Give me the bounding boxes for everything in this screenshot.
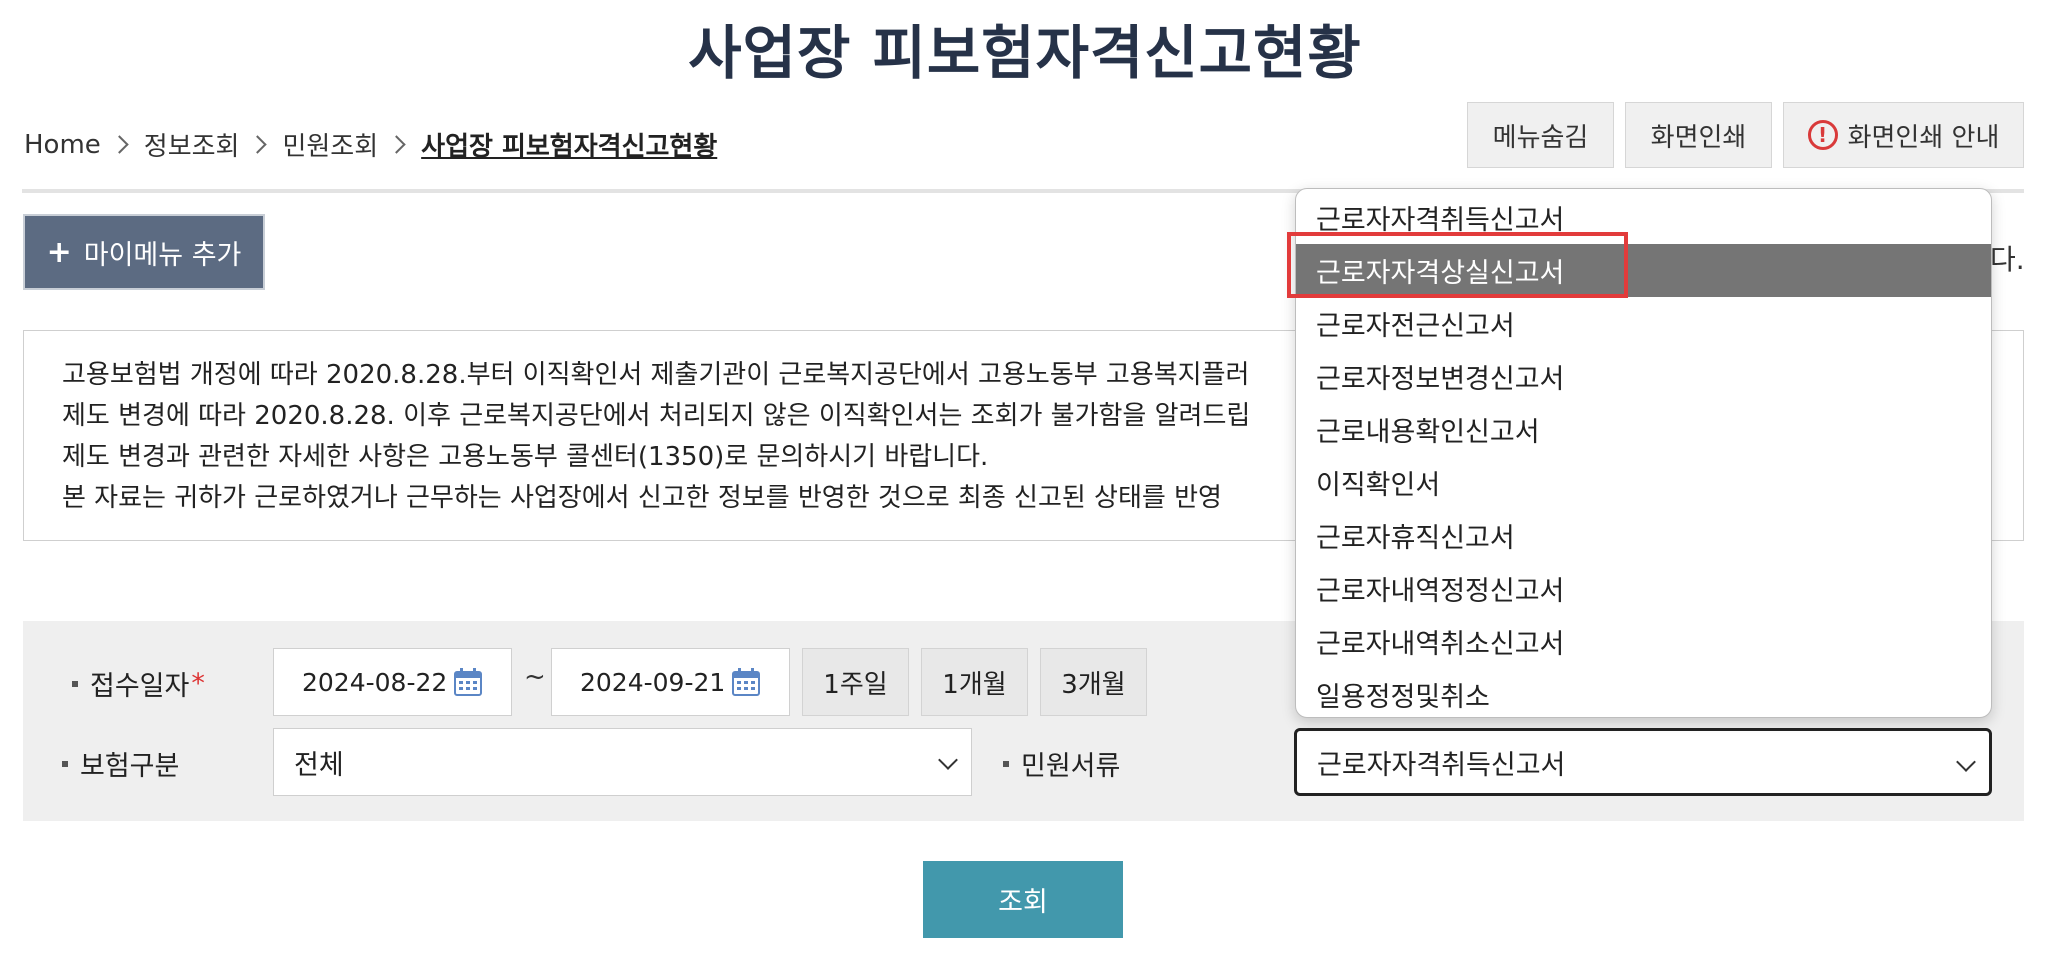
- date-range-separator: ~: [524, 662, 546, 692]
- insurance-label-text: 보험구분: [80, 751, 180, 782]
- insurance-select[interactable]: 전체: [273, 728, 972, 796]
- dropdown-option-label: 근로자내역정정신고서: [1316, 576, 1565, 607]
- print-guide-label: 화면인쇄 안내: [1847, 122, 2000, 153]
- required-mark: *: [191, 668, 205, 699]
- end-date-input[interactable]: 2024-09-21: [551, 648, 790, 716]
- start-date-value: 2024-08-22: [302, 667, 448, 697]
- document-select[interactable]: 근로자자격취득신고서: [1294, 728, 1992, 796]
- hidden-text-fragment: 다.: [1990, 243, 2025, 276]
- highlight-annotation-box: [1287, 232, 1628, 298]
- hide-menu-label: 메뉴숨김: [1492, 122, 1589, 153]
- bullet-icon: [1003, 760, 1009, 767]
- warning-icon: !: [1807, 120, 1838, 150]
- dropdown-option[interactable]: 근로자휴직신고서: [1296, 509, 1991, 562]
- chevron-down-icon: [938, 750, 958, 770]
- period-1month-button[interactable]: 1개월: [921, 648, 1028, 716]
- dropdown-option-label: 근로자휴직신고서: [1316, 523, 1515, 554]
- breadcrumb-info[interactable]: 정보조회: [144, 126, 240, 163]
- period-1week-button[interactable]: 1주일: [802, 648, 909, 716]
- dropdown-option-label: 근로자정보변경신고서: [1316, 364, 1565, 395]
- dropdown-option[interactable]: 일용정정및취소: [1296, 668, 1991, 717]
- dropdown-option[interactable]: 근로자전근신고서: [1296, 297, 1991, 350]
- calendar-icon[interactable]: [731, 667, 761, 697]
- search-button-label: 조회: [998, 887, 1048, 918]
- document-label-text: 민원서류: [1021, 751, 1121, 782]
- breadcrumb-current: 사업장 피보험자격신고현황: [421, 132, 718, 162]
- dropdown-option-label: 근로자내역취소신고서: [1316, 629, 1565, 660]
- print-label: 화면인쇄: [1650, 122, 1747, 153]
- dropdown-option-label: 근로내용확인신고서: [1316, 417, 1540, 448]
- print-button[interactable]: 화면인쇄: [1625, 102, 1772, 168]
- dropdown-option[interactable]: 이직확인서: [1296, 456, 1991, 509]
- dropdown-option-label: 이직확인서: [1316, 470, 1441, 501]
- period-3month-button[interactable]: 3개월: [1040, 648, 1147, 716]
- document-select-value: 근로자자격취득신고서: [1317, 749, 1566, 781]
- chevron-right-icon: [110, 135, 129, 154]
- add-mymenu-label: 마이메뉴 추가: [83, 239, 242, 271]
- page-title: 사업장 피보험자격신고현황: [688, 19, 1362, 87]
- bullet-icon: [62, 760, 68, 767]
- date-label-text: 접수일자: [90, 671, 190, 702]
- period-3month-label: 3개월: [1061, 669, 1126, 700]
- breadcrumb-civil[interactable]: 민원조회: [282, 126, 378, 163]
- dropdown-option[interactable]: 근로자내역취소신고서: [1296, 615, 1991, 668]
- chevron-right-icon: [248, 135, 268, 154]
- print-guide-button[interactable]: ! 화면인쇄 안내: [1783, 102, 2024, 168]
- calendar-icon[interactable]: [453, 667, 483, 697]
- period-1month-label: 1개월: [942, 669, 1007, 700]
- chevron-right-icon: [387, 135, 406, 154]
- document-label: 민원서류: [1003, 744, 1120, 783]
- hide-menu-button[interactable]: 메뉴숨김: [1467, 102, 1614, 168]
- add-mymenu-button[interactable]: + 마이메뉴 추가: [23, 214, 265, 290]
- search-button[interactable]: 조회: [923, 861, 1123, 938]
- end-date-value: 2024-09-21: [580, 667, 726, 697]
- dropdown-option[interactable]: 근로자내역정정신고서: [1296, 562, 1991, 615]
- insurance-select-value: 전체: [294, 749, 344, 781]
- period-1week-label: 1주일: [823, 669, 888, 700]
- breadcrumb: Home 정보조회 민원조회 사업장 피보험자격신고현황: [24, 126, 717, 163]
- plus-icon: +: [46, 234, 72, 270]
- chevron-down-icon: [1956, 752, 1976, 772]
- date-label: 접수일자 *: [72, 664, 205, 703]
- dropdown-option-label: 일용정정및취소: [1316, 682, 1490, 713]
- insurance-label: 보험구분: [62, 744, 179, 783]
- dropdown-option[interactable]: 근로자정보변경신고서: [1296, 350, 1991, 403]
- dropdown-option[interactable]: 근로내용확인신고서: [1296, 403, 1991, 456]
- dropdown-option-label: 근로자전근신고서: [1316, 311, 1515, 342]
- bullet-icon: [72, 680, 78, 687]
- start-date-input[interactable]: 2024-08-22: [273, 648, 512, 716]
- breadcrumb-home[interactable]: Home: [24, 130, 101, 160]
